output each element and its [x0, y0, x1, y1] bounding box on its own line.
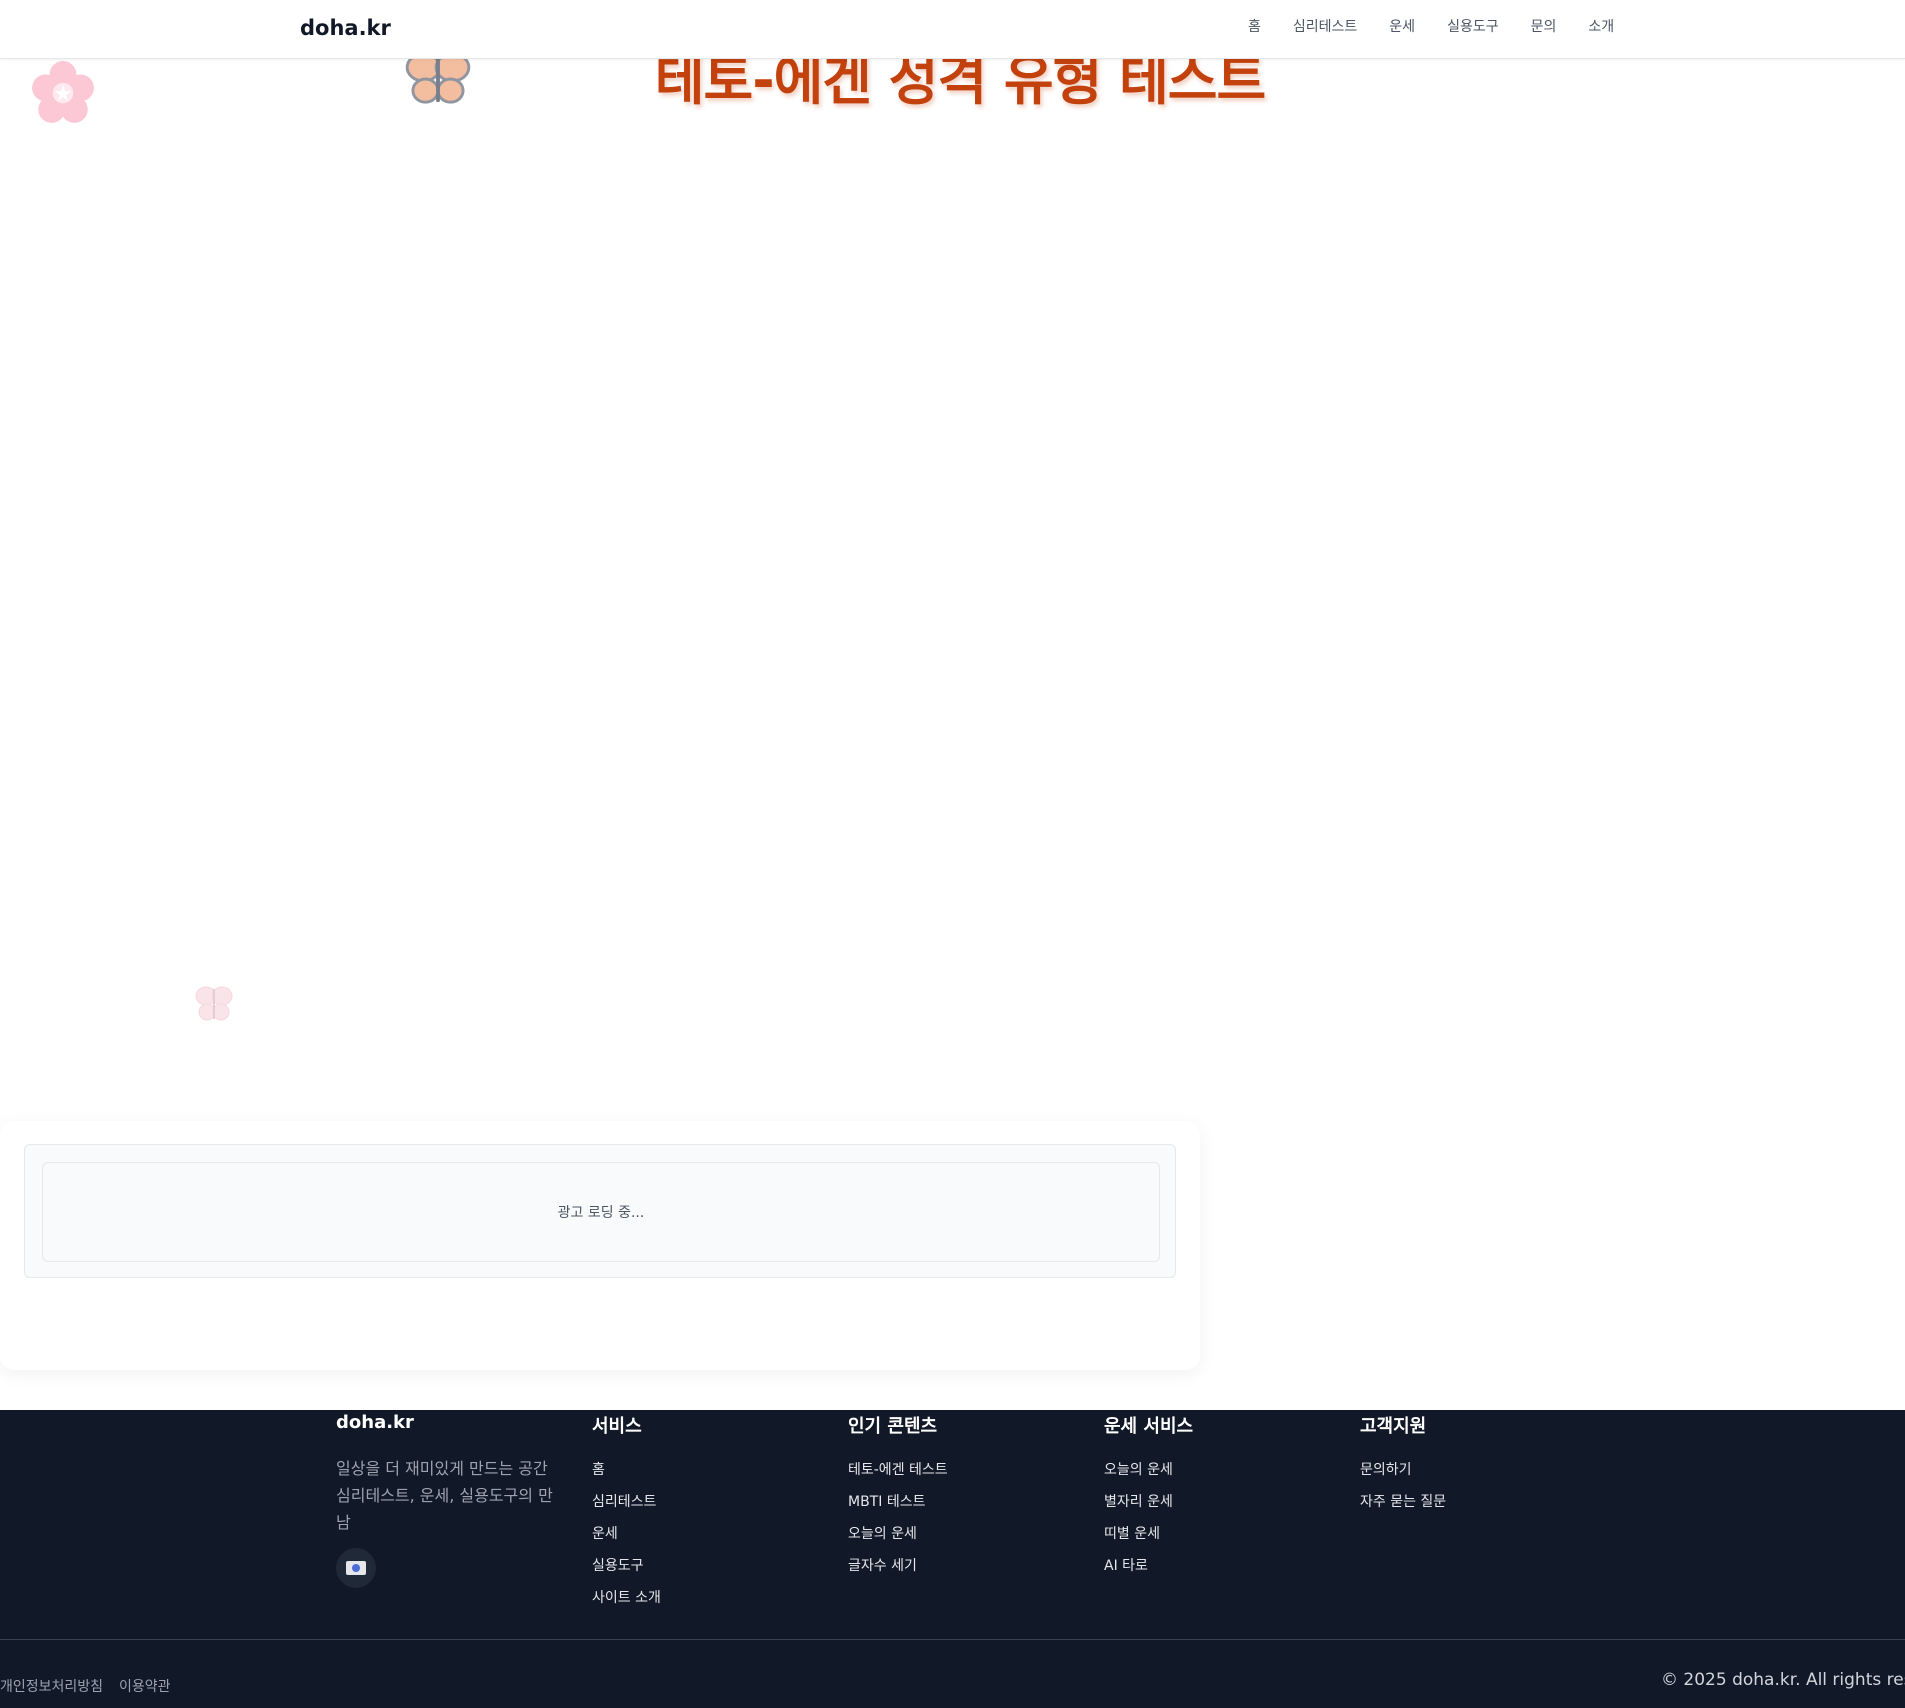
privacy-policy-link[interactable]: 개인정보처리방침: [0, 1676, 103, 1696]
ad-container: 광고 로딩 중...: [24, 1144, 1176, 1278]
korea-flag-icon: [346, 1561, 366, 1575]
footer-col-title: 고객지원: [1360, 1416, 1427, 1437]
footer-link-home[interactable]: 홈: [592, 1462, 605, 1478]
footer-link-about[interactable]: 사이트 소개: [592, 1590, 661, 1606]
footer-logo[interactable]: doha.kr: [336, 1412, 556, 1433]
footer-col-title: 운세 서비스: [1104, 1416, 1194, 1437]
footer-link-faq[interactable]: 자주 묻는 질문: [1360, 1494, 1446, 1510]
footer-description: 일상을 더 재미있게 만드는 공간 심리테스트, 운세, 실용도구의 만남: [336, 1459, 553, 1532]
footer-col-services: 서비스 홈 심리테스트 운세 실용도구 사이트 소개: [592, 1410, 661, 1614]
footer-col-popular: 인기 콘텐츠 테토-에겐 테스트 MBTI 테스트 오늘의 운세 글자수 세기: [848, 1410, 948, 1582]
copyright-text: © 2025 doha.kr. All rights reserve: [1661, 1670, 1905, 1690]
footer-link-daily-fortune[interactable]: 오늘의 운세: [1104, 1462, 1173, 1478]
footer-link-daily-fortune[interactable]: 오늘의 운세: [848, 1526, 917, 1542]
footer-col-fortune: 운세 서비스 오늘의 운세 별자리 운세 띠별 운세 AI 타로: [1104, 1410, 1193, 1582]
nav-psych-test[interactable]: 심리테스트: [1277, 16, 1373, 36]
footer-link-ai-tarot[interactable]: AI 타로: [1104, 1558, 1148, 1574]
footer-link-contact[interactable]: 문의하기: [1360, 1462, 1412, 1478]
terms-link[interactable]: 이용약관: [119, 1676, 171, 1696]
footer-divider: [0, 1639, 1905, 1640]
footer-link-psych-test[interactable]: 심리테스트: [592, 1494, 656, 1510]
nav-home[interactable]: 홈: [1232, 16, 1277, 36]
nav-tools[interactable]: 실용도구: [1431, 16, 1515, 36]
footer-link-char-count[interactable]: 글자수 세기: [848, 1558, 917, 1574]
nav-contact[interactable]: 문의: [1515, 16, 1573, 36]
butterfly-small-icon: [195, 986, 233, 1021]
footer-link-animal-fortune[interactable]: 띠별 운세: [1104, 1526, 1160, 1542]
site-header: doha.kr 홈 심리테스트 운세 실용도구 문의 소개: [0, 0, 1905, 59]
footer-col-support: 고객지원 문의하기 자주 묻는 질문: [1360, 1410, 1446, 1518]
ad-loading-text: 광고 로딩 중...: [557, 1205, 645, 1221]
footer-link-teto-egen-test[interactable]: 테토-에겐 테스트: [848, 1462, 948, 1478]
footer-link-zodiac-fortune[interactable]: 별자리 운세: [1104, 1494, 1173, 1510]
site-logo[interactable]: doha.kr: [300, 16, 391, 40]
footer-col-title: 인기 콘텐츠: [848, 1416, 938, 1437]
footer-link-mbti-test[interactable]: MBTI 테스트: [848, 1494, 925, 1510]
site-footer: doha.kr 일상을 더 재미있게 만드는 공간 심리테스트, 운세, 실용도…: [0, 1410, 1905, 1708]
footer-link-tools[interactable]: 실용도구: [592, 1558, 644, 1574]
ad-card: 광고 로딩 중...: [0, 1121, 1200, 1370]
footer-link-fortune[interactable]: 운세: [592, 1526, 618, 1542]
footer-legal-links: 개인정보처리방침 이용약관: [0, 1676, 171, 1696]
ad-slot[interactable]: 광고 로딩 중...: [42, 1162, 1160, 1262]
nav-fortune[interactable]: 운세: [1373, 16, 1431, 36]
footer-col-title: 서비스: [592, 1416, 642, 1437]
language-button[interactable]: [336, 1548, 376, 1588]
nav-about[interactable]: 소개: [1572, 16, 1630, 36]
footer-brand: doha.kr 일상을 더 재미있게 만드는 공간 심리테스트, 운세, 실용도…: [336, 1410, 556, 1588]
main-nav: 홈 심리테스트 운세 실용도구 문의 소개: [1232, 16, 1630, 36]
